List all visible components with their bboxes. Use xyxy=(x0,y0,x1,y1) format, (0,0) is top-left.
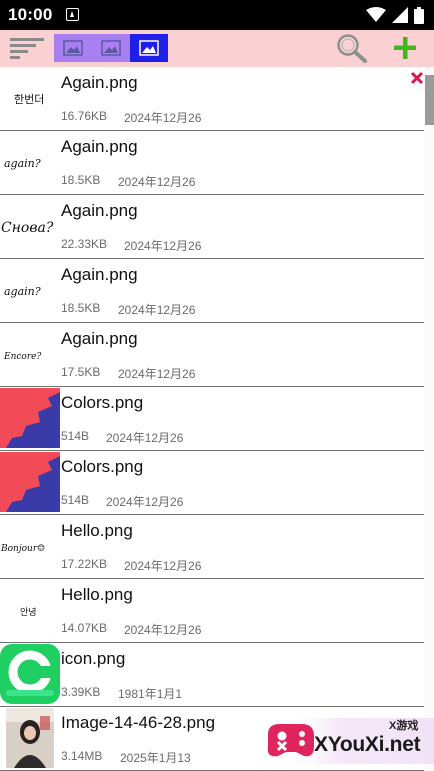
file-size: 16.76KB xyxy=(61,109,108,123)
file-name: icon.png xyxy=(61,649,126,668)
file-size: 514B xyxy=(61,493,90,507)
thumb-handwriting-text: 한번더 xyxy=(14,93,44,106)
thumb-handwriting-text: Снова? xyxy=(1,220,54,236)
file-row[interactable]: again? Again.png 18.5KB 2024年12月26 xyxy=(0,131,424,195)
file-row[interactable]: Снова? Again.png 22.33KB 2024年12月26 xyxy=(0,195,424,259)
image-icon xyxy=(101,40,121,56)
file-date: 2024年12月26 xyxy=(118,367,196,381)
status-time: 10:00 xyxy=(8,5,53,24)
file-size: 22.33KB xyxy=(61,237,108,251)
file-row[interactable]: Bonjour☺ Hello.png 17.22KB 2024年12月26 xyxy=(0,515,424,579)
file-thumbnail: Encore? xyxy=(0,325,60,383)
view-mode-group xyxy=(54,34,168,62)
image-icon xyxy=(63,40,83,56)
watermark-text: XYouXi.net xyxy=(314,733,421,756)
file-date: 2024年12月26 xyxy=(118,303,196,317)
thumb-handwriting-text: Encore? xyxy=(3,352,41,362)
search-icon[interactable] xyxy=(336,33,368,63)
file-date: 2024年12月26 xyxy=(124,239,202,253)
file-row[interactable]: 한번더 Again.png 16.76KB 2024年12月26 xyxy=(0,67,424,131)
file-size: 18.5KB xyxy=(61,173,101,187)
file-thumbnail xyxy=(0,644,60,704)
file-list: 한번더 Again.png 16.76KB 2024年12月26 again? … xyxy=(0,67,424,771)
wifi-icon xyxy=(366,7,386,22)
thumb-handwriting-text: 안녕 xyxy=(20,607,37,618)
file-name: Again.png xyxy=(61,329,138,348)
file-name: Again.png xyxy=(61,137,138,156)
close-icon[interactable] xyxy=(410,71,424,85)
file-thumbnail: 한번더 xyxy=(0,69,60,127)
file-thumbnail xyxy=(0,708,60,768)
file-thumbnail xyxy=(0,388,60,448)
status-bar: 10:00 xyxy=(0,0,434,30)
add-icon[interactable] xyxy=(393,36,417,60)
sort-lines-icon[interactable] xyxy=(10,37,44,59)
file-name: Again.png xyxy=(61,201,138,220)
file-name: Again.png xyxy=(61,265,138,284)
file-size: 3.39KB xyxy=(61,685,101,699)
file-date: 2024年12月26 xyxy=(124,111,202,125)
file-name: Colors.png xyxy=(61,393,144,412)
file-size: 3.14MB xyxy=(61,749,103,763)
file-thumbnail: 안녕 xyxy=(0,581,60,639)
notification-icon xyxy=(66,8,79,21)
scrollbar-track[interactable] xyxy=(424,67,434,771)
file-date: 2024年12月26 xyxy=(106,431,184,445)
view-mode-list-button[interactable] xyxy=(130,34,168,62)
toolbar xyxy=(0,30,434,67)
file-row[interactable]: again? Again.png 18.5KB 2024年12月26 xyxy=(0,259,424,323)
file-row[interactable]: Colors.png 514B 2024年12月26 xyxy=(0,387,424,451)
file-size: 514B xyxy=(61,429,90,443)
file-name: Colors.png xyxy=(61,457,144,476)
file-row[interactable]: 안녕 Hello.png 14.07KB 2024年12月26 xyxy=(0,579,424,643)
file-row[interactable]: Encore? Again.png 17.5KB 2024年12月26 xyxy=(0,323,424,387)
photo-thumbnail xyxy=(6,708,54,768)
file-date: 2024年12月26 xyxy=(118,175,196,189)
watermark-tag: X游戏 xyxy=(389,720,419,732)
status-icons xyxy=(366,6,424,24)
file-thumbnail: Снова? xyxy=(0,197,60,255)
thumb-handwriting-text: again? xyxy=(4,157,41,170)
file-thumbnail: Bonjour☺ xyxy=(0,517,60,575)
file-thumbnail: again? xyxy=(0,261,60,319)
file-size: 18.5KB xyxy=(61,301,101,315)
image-icon xyxy=(139,40,159,56)
file-name: Hello.png xyxy=(61,521,133,540)
file-size: 17.22KB xyxy=(61,557,108,571)
thumb-handwriting-text: again? xyxy=(4,285,41,298)
file-thumbnail xyxy=(0,452,60,512)
file-size: 14.07KB xyxy=(61,621,108,635)
view-mode-large-button[interactable] xyxy=(54,34,92,62)
file-thumbnail: again? xyxy=(0,133,60,191)
view-mode-medium-button[interactable] xyxy=(92,34,130,62)
file-date: 2024年12月26 xyxy=(106,495,184,509)
file-name: Again.png xyxy=(61,73,138,92)
file-date: 1981年1月1 xyxy=(118,687,183,701)
battery-icon xyxy=(414,6,424,24)
file-name: Image-14-46-28.png xyxy=(61,713,216,732)
thumb-handwriting-text: Bonjour☺ xyxy=(0,544,45,554)
scrollbar-thumb[interactable] xyxy=(425,75,434,125)
file-date: 2024年12月26 xyxy=(124,559,202,573)
file-date: 2025年1月13 xyxy=(120,751,191,765)
file-name: Hello.png xyxy=(61,585,133,604)
file-date: 2024年12月26 xyxy=(124,623,202,637)
file-row[interactable]: Colors.png 514B 2024年12月26 xyxy=(0,451,424,515)
file-size: 17.5KB xyxy=(61,365,101,379)
file-row[interactable]: icon.png 3.39KB 1981年1月1 xyxy=(0,643,424,707)
signal-icon xyxy=(392,7,408,23)
app-icon xyxy=(0,644,60,704)
